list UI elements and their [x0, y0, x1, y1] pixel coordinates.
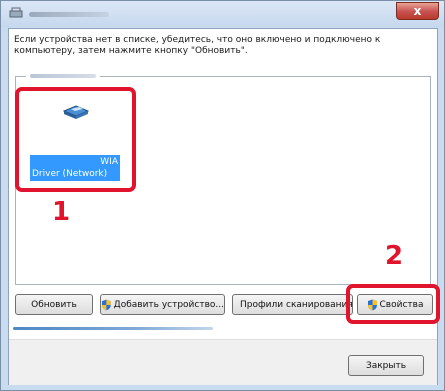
instruction-text: Если устройства нет в списке, убедитесь,…: [14, 35, 381, 56]
close-button-label: Закрыть: [365, 360, 407, 371]
app-icon: [9, 7, 23, 18]
callout-1: 1: [52, 197, 71, 227]
dialog-footer: Закрыть: [9, 339, 437, 385]
highlight-device: [15, 87, 136, 192]
shield-icon: [101, 299, 111, 310]
highlight-properties: [346, 284, 440, 324]
close-window-button[interactable]: x: [396, 2, 439, 20]
close-button[interactable]: Закрыть: [348, 355, 424, 376]
add-device-button[interactable]: Добавить устройство...: [100, 294, 225, 315]
scan-profiles-button-label: Профили сканирования...: [240, 299, 353, 310]
add-device-button-label: Добавить устройство...: [113, 299, 224, 310]
refresh-button[interactable]: Обновить: [15, 294, 93, 315]
title-bar[interactable]: x: [1, 1, 444, 27]
status-link[interactable]: [13, 327, 213, 330]
dialog-content: Если устройства нет в списке, убедитесь,…: [8, 28, 438, 385]
group-title: [26, 72, 100, 79]
scan-profiles-button[interactable]: Профили сканирования...: [232, 294, 353, 315]
callout-2: 2: [385, 241, 404, 271]
refresh-button-label: Обновить: [31, 299, 77, 310]
dialog-window: x Если устройства нет в списке, убедитес…: [0, 0, 445, 391]
window-title: [29, 12, 109, 17]
